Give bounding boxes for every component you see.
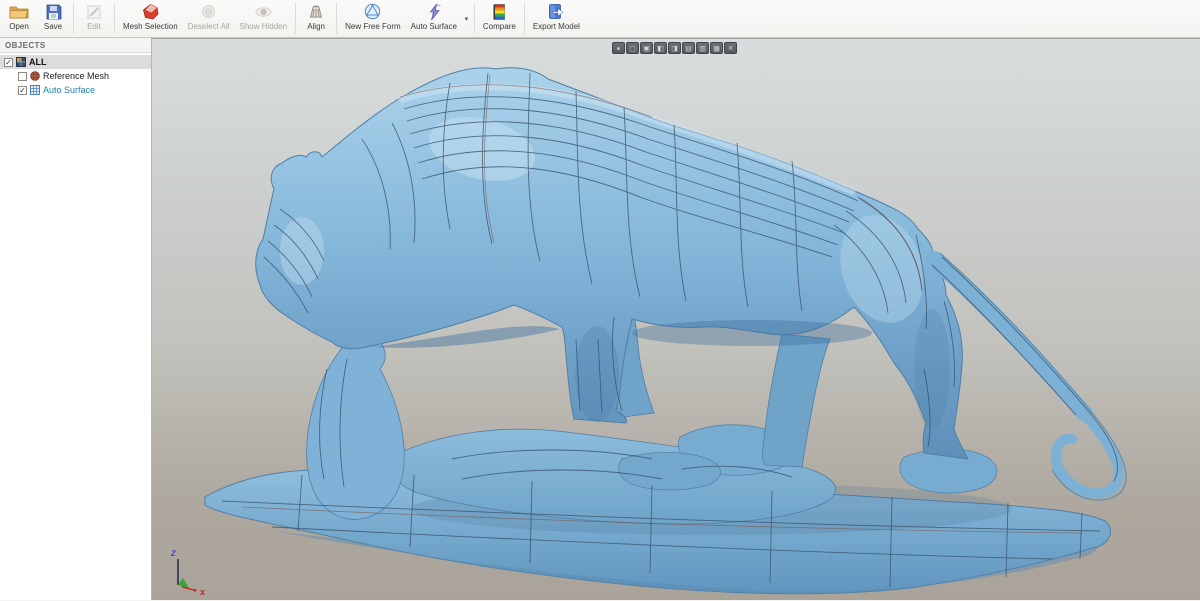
viewport-3d[interactable]: ● ▢ ▣ ◧ ◨ ▤ ▥ ▦ ✕ z x	[152, 38, 1200, 600]
save-label: Save	[44, 22, 62, 31]
save-button[interactable]: Save	[36, 0, 70, 37]
align-icon	[307, 2, 325, 21]
compare-colormap-icon	[492, 2, 507, 21]
new-free-form-button[interactable]: New Free Form	[340, 0, 406, 37]
mesh-selection-button[interactable]: Mesh Selection	[118, 0, 183, 37]
objects-tree: ✓ ALL Reference Mesh ✓ Auto Surface	[0, 53, 151, 97]
edit-button[interactable]: Edit	[77, 0, 111, 37]
show-hidden-label: Show Hidden	[240, 22, 288, 31]
toolbar-separator	[336, 3, 337, 34]
tree-item-auto-surface-label: Auto Surface	[43, 85, 95, 95]
auto-surface-label: Auto Surface	[411, 22, 457, 31]
view-iso-button[interactable]: ▦	[710, 42, 723, 54]
floppy-icon	[45, 2, 62, 21]
mesh-selection-icon	[141, 2, 160, 21]
auto-surface-icon	[30, 85, 40, 95]
auto-surface-button[interactable]: Auto Surface	[406, 0, 462, 37]
all-group-icon	[16, 57, 26, 67]
deselect-all-label: Deselect All	[188, 22, 230, 31]
auto-surface-checkbox[interactable]: ✓	[18, 86, 27, 95]
view-back-button[interactable]: ▣	[640, 42, 653, 54]
deselect-all-button[interactable]: Deselect All	[183, 0, 235, 37]
lightning-icon	[426, 2, 442, 21]
export-model-button[interactable]: Export Model	[528, 0, 585, 37]
export-model-label: Export Model	[533, 22, 580, 31]
edit-label: Edit	[87, 22, 101, 31]
view-bottom-button[interactable]: ▥	[696, 42, 709, 54]
tree-item-reference-mesh[interactable]: Reference Mesh	[0, 69, 151, 83]
toolbar-separator	[524, 3, 525, 34]
export-arrow-icon	[547, 2, 565, 21]
viewport-view-toolbar: ● ▢ ▣ ◧ ◨ ▤ ▥ ▦ ✕	[612, 42, 737, 54]
open-label: Open	[9, 22, 29, 31]
freeform-sphere-icon	[363, 2, 382, 21]
mesh-selection-label: Mesh Selection	[123, 22, 178, 31]
axis-z-label: z	[170, 548, 176, 559]
toolbar-separator	[474, 3, 475, 34]
view-top-button[interactable]: ▤	[682, 42, 695, 54]
auto-surface-dropdown-caret[interactable]: ▾	[462, 0, 471, 37]
tree-item-all-label: ALL	[29, 57, 47, 67]
statue-3d-model	[152, 39, 1200, 601]
show-hidden-button[interactable]: Show Hidden	[235, 0, 293, 37]
edit-icon	[85, 2, 103, 21]
folder-icon	[9, 2, 29, 21]
compare-button[interactable]: Compare	[478, 0, 521, 37]
align-label: Align	[307, 22, 325, 31]
toolbar-separator	[73, 3, 74, 34]
reference-mesh-checkbox[interactable]	[18, 72, 27, 81]
view-fit-button[interactable]: ✕	[724, 42, 737, 54]
all-checkbox[interactable]: ✓	[4, 58, 13, 67]
view-right-button[interactable]: ◨	[668, 42, 681, 54]
view-front-button[interactable]: ▢	[626, 42, 639, 54]
align-button[interactable]: Align	[299, 0, 333, 37]
tree-item-auto-surface[interactable]: ✓ Auto Surface	[0, 83, 151, 97]
tree-item-reference-mesh-label: Reference Mesh	[43, 71, 109, 81]
toolbar-separator	[295, 3, 296, 34]
new-free-form-label: New Free Form	[345, 22, 401, 31]
view-left-button[interactable]: ◧	[654, 42, 667, 54]
eye-icon	[254, 2, 273, 21]
view-orbit-button[interactable]: ●	[612, 42, 625, 54]
objects-panel-header: OBJECTS	[0, 38, 151, 53]
tree-item-all[interactable]: ✓ ALL	[0, 55, 151, 69]
reference-mesh-icon	[30, 71, 40, 81]
deselect-circle-icon	[200, 2, 217, 21]
compare-label: Compare	[483, 22, 516, 31]
open-button[interactable]: Open	[2, 0, 36, 37]
axis-x-label: x	[200, 587, 205, 596]
toolbar-separator	[114, 3, 115, 34]
main-toolbar: Open Save Edit Mesh Selection Deselect A…	[0, 0, 1200, 38]
objects-panel: OBJECTS ✓ ALL Reference Mesh ✓ Auto Surf…	[0, 38, 152, 600]
axis-triad: z x	[168, 544, 214, 596]
